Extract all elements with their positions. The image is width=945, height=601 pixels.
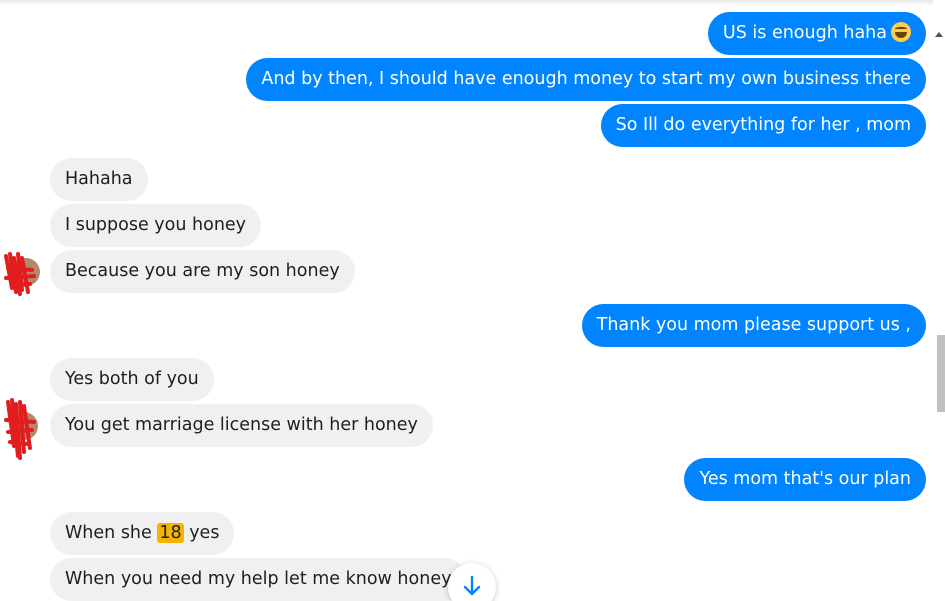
message-bubble-outgoing[interactable]: Thank you mom please support us , [581,304,926,347]
message-text: Yes both of you [65,369,199,389]
message-bubble-incoming[interactable]: Because you are my son honey [50,250,355,293]
message-bubble-outgoing[interactable]: Yes mom that's our plan [684,458,926,501]
scroll-up-arrow-icon[interactable] [935,32,943,37]
message-text-after: yes [183,523,220,543]
message-bubble-incoming[interactable]: Hahaha [50,158,148,201]
message-text: And by then, I should have enough money … [261,69,911,89]
message-bubble-incoming[interactable]: You get marriage license with her honey [50,404,433,447]
message-text: US is enough haha [722,23,887,43]
message-text-before: When she [65,523,158,543]
message-text: Hahaha [65,169,133,189]
message-bubble-outgoing[interactable]: And by then, I should have enough money … [246,58,926,101]
message-text: Yes mom that's our plan [699,469,911,489]
message-bubble-incoming[interactable]: Yes both of you [50,358,214,401]
message-text: When you need my help let me know honey [65,569,452,589]
chat-window: US is enough haha And by then, I should … [0,0,945,601]
redacted-avatar-icon[interactable] [2,248,40,298]
grinning-squinting-face-icon [891,22,911,42]
message-text: So Ill do everything for her , mom [615,115,911,135]
header-shadow [0,0,933,6]
scrollbar-thumb[interactable] [937,335,945,412]
message-bubble-incoming[interactable]: When you need my help let me know honey [50,558,467,601]
arrow-down-icon [463,575,481,596]
scrollbar[interactable] [933,0,945,601]
message-text: Thank you mom please support us , [596,315,911,335]
message-bubble-outgoing[interactable]: US is enough haha [707,12,926,55]
redacted-avatar-icon[interactable] [2,396,40,462]
message-text: You get marriage license with her honey [65,415,418,435]
message-bubble-incoming[interactable]: I suppose you honey [50,204,262,247]
message-bubble-incoming[interactable]: When she 18 yes [50,512,235,555]
message-bubble-outgoing[interactable]: So Ill do everything for her , mom [600,104,926,147]
message-text: I suppose you honey [65,215,247,235]
jump-to-bottom-button[interactable] [448,563,496,601]
search-highlight: 18 [157,523,184,543]
message-text: Because you are my son honey [65,261,340,281]
